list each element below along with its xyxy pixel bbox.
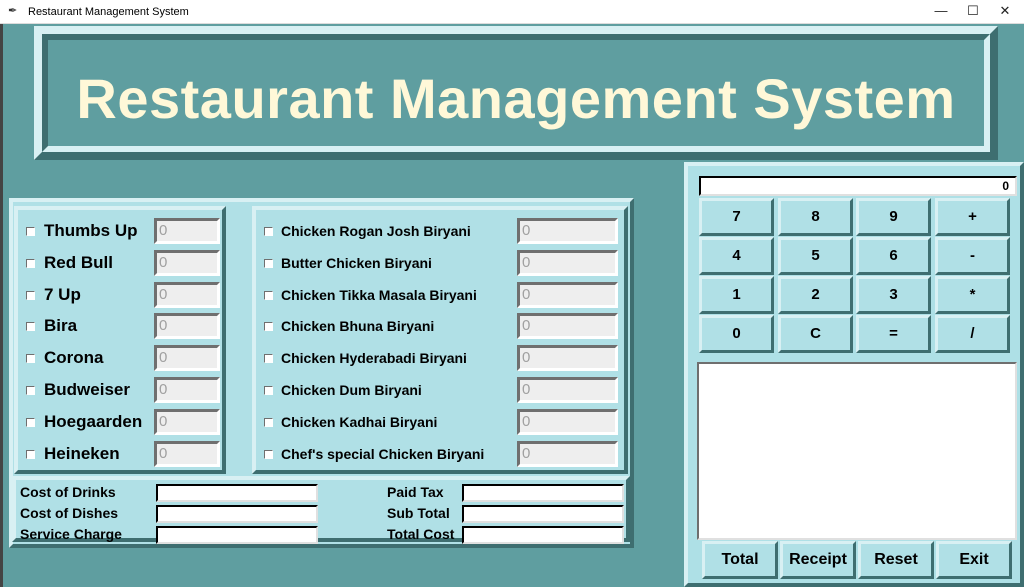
paid-tax-field[interactable] bbox=[462, 484, 624, 502]
cost-of-dishes-label: Cost of Dishes bbox=[20, 505, 119, 521]
drink-qty-input[interactable]: 0 bbox=[154, 282, 220, 308]
window-title: Restaurant Management System bbox=[28, 6, 189, 18]
drink-qty-input[interactable]: 0 bbox=[154, 250, 220, 276]
drink-label: Hoegaarden bbox=[44, 412, 143, 431]
drink-qty-input[interactable]: 0 bbox=[154, 313, 220, 339]
dish-label: Butter Chicken Biryani bbox=[281, 255, 432, 271]
dish-qty-input[interactable]: 0 bbox=[517, 409, 618, 435]
dish-checkbox[interactable] bbox=[264, 450, 273, 459]
window-edge bbox=[0, 24, 3, 587]
reset-button[interactable]: Reset bbox=[858, 541, 934, 579]
dish-checkbox[interactable] bbox=[264, 386, 273, 395]
drink-label: Corona bbox=[44, 348, 104, 367]
drink-label: 7 Up bbox=[44, 285, 81, 304]
drink-checkbox[interactable] bbox=[26, 450, 35, 459]
total-button[interactable]: Total bbox=[702, 541, 778, 579]
key-plus-button[interactable]: + bbox=[935, 198, 1010, 236]
drink-checkbox[interactable] bbox=[26, 291, 35, 300]
dish-label: Chicken Tikka Masala Biryani bbox=[281, 287, 477, 303]
dish-checkbox[interactable] bbox=[264, 259, 273, 268]
cost-of-drinks-field[interactable] bbox=[156, 484, 318, 502]
dish-checkbox[interactable] bbox=[264, 418, 273, 427]
dish-checkbox[interactable] bbox=[264, 227, 273, 236]
drink-checkbox[interactable] bbox=[26, 386, 35, 395]
service-charge-label: Service Charge bbox=[20, 526, 122, 542]
sub-total-label: Sub Total bbox=[387, 505, 450, 521]
key-2-button[interactable]: 2 bbox=[778, 276, 853, 314]
total-cost-label: Total Cost bbox=[387, 526, 455, 542]
exit-button[interactable]: Exit bbox=[936, 541, 1012, 579]
sub-total-field[interactable] bbox=[462, 505, 624, 523]
dish-qty-input[interactable]: 0 bbox=[517, 282, 618, 308]
key-7-button[interactable]: 7 bbox=[699, 198, 774, 236]
drink-checkbox[interactable] bbox=[26, 322, 35, 331]
key-4-button[interactable]: 4 bbox=[699, 237, 774, 275]
dish-label: Chicken Dum Biryani bbox=[281, 382, 422, 398]
dish-qty-input[interactable]: 0 bbox=[517, 250, 618, 276]
receipt-button[interactable]: Receipt bbox=[780, 541, 856, 579]
cost-panel: Cost of Drinks Cost of Dishes Service Ch… bbox=[12, 476, 630, 544]
drink-qty-input[interactable]: 0 bbox=[154, 409, 220, 435]
drink-checkbox[interactable] bbox=[26, 418, 35, 427]
dishes-panel: Chicken Rogan Josh Biryani 0 Butter Chic… bbox=[252, 206, 628, 474]
window-titlebar: ✒ Restaurant Management System — ☐ ✕ bbox=[0, 0, 1024, 24]
dish-qty-input[interactable]: 0 bbox=[517, 218, 618, 244]
drink-label: Thumbs Up bbox=[44, 221, 138, 240]
dish-qty-input[interactable]: 0 bbox=[517, 313, 618, 339]
total-cost-field[interactable] bbox=[462, 526, 624, 544]
feather-icon: ✒ bbox=[8, 5, 18, 17]
dish-label: Chicken Kadhai Biryani bbox=[281, 414, 438, 430]
key-equals-button[interactable]: = bbox=[856, 315, 931, 353]
drink-label: Bira bbox=[44, 316, 78, 335]
drink-label: Budweiser bbox=[44, 380, 130, 399]
drink-label: Red Bull bbox=[44, 253, 113, 272]
dish-qty-input[interactable]: 0 bbox=[517, 345, 618, 371]
key-1-button[interactable]: 1 bbox=[699, 276, 774, 314]
dish-label: Chicken Rogan Josh Biryani bbox=[281, 223, 471, 239]
cost-of-drinks-label: Cost of Drinks bbox=[20, 484, 116, 500]
drink-label: Heineken bbox=[44, 444, 120, 463]
dish-label: Chicken Bhuna Biryani bbox=[281, 318, 435, 334]
dish-label: Chef's special Chicken Biryani bbox=[281, 446, 485, 462]
key-8-button[interactable]: 8 bbox=[778, 198, 853, 236]
header-inner: Restaurant Management System bbox=[42, 34, 990, 152]
drink-checkbox[interactable] bbox=[26, 259, 35, 268]
calculator-display[interactable]: 0 bbox=[699, 176, 1017, 196]
receipt-textarea[interactable] bbox=[697, 362, 1017, 540]
key-3-button[interactable]: 3 bbox=[856, 276, 931, 314]
dish-qty-input[interactable]: 0 bbox=[517, 377, 618, 403]
key-clear-button[interactable]: C bbox=[778, 315, 853, 353]
key-5-button[interactable]: 5 bbox=[778, 237, 853, 275]
dish-label: Chicken Hyderabadi Biryani bbox=[281, 350, 467, 366]
cost-of-dishes-field[interactable] bbox=[156, 505, 318, 523]
drink-checkbox[interactable] bbox=[26, 227, 35, 236]
drink-checkbox[interactable] bbox=[26, 354, 35, 363]
key-minus-button[interactable]: - bbox=[935, 237, 1010, 275]
close-button[interactable]: ✕ bbox=[982, 0, 1024, 24]
paid-tax-label: Paid Tax bbox=[387, 484, 444, 500]
key-multiply-button[interactable]: * bbox=[935, 276, 1010, 314]
key-0-button[interactable]: 0 bbox=[699, 315, 774, 353]
drinks-panel: Thumbs Up 0 Red Bull 0 7 Up 0 Bira 0 Cor… bbox=[14, 206, 226, 474]
dish-checkbox[interactable] bbox=[264, 322, 273, 331]
key-6-button[interactable]: 6 bbox=[856, 237, 931, 275]
drink-qty-input[interactable]: 0 bbox=[154, 441, 220, 467]
dish-checkbox[interactable] bbox=[264, 291, 273, 300]
page-title: Restaurant Management System bbox=[76, 67, 956, 130]
drink-qty-input[interactable]: 0 bbox=[154, 345, 220, 371]
service-charge-field[interactable] bbox=[156, 526, 318, 544]
header-banner: Restaurant Management System bbox=[34, 26, 998, 160]
key-9-button[interactable]: 9 bbox=[856, 198, 931, 236]
drink-qty-input[interactable]: 0 bbox=[154, 377, 220, 403]
dish-checkbox[interactable] bbox=[264, 354, 273, 363]
drink-qty-input[interactable]: 0 bbox=[154, 218, 220, 244]
key-divide-button[interactable]: / bbox=[935, 315, 1010, 353]
dish-qty-input[interactable]: 0 bbox=[517, 441, 618, 467]
